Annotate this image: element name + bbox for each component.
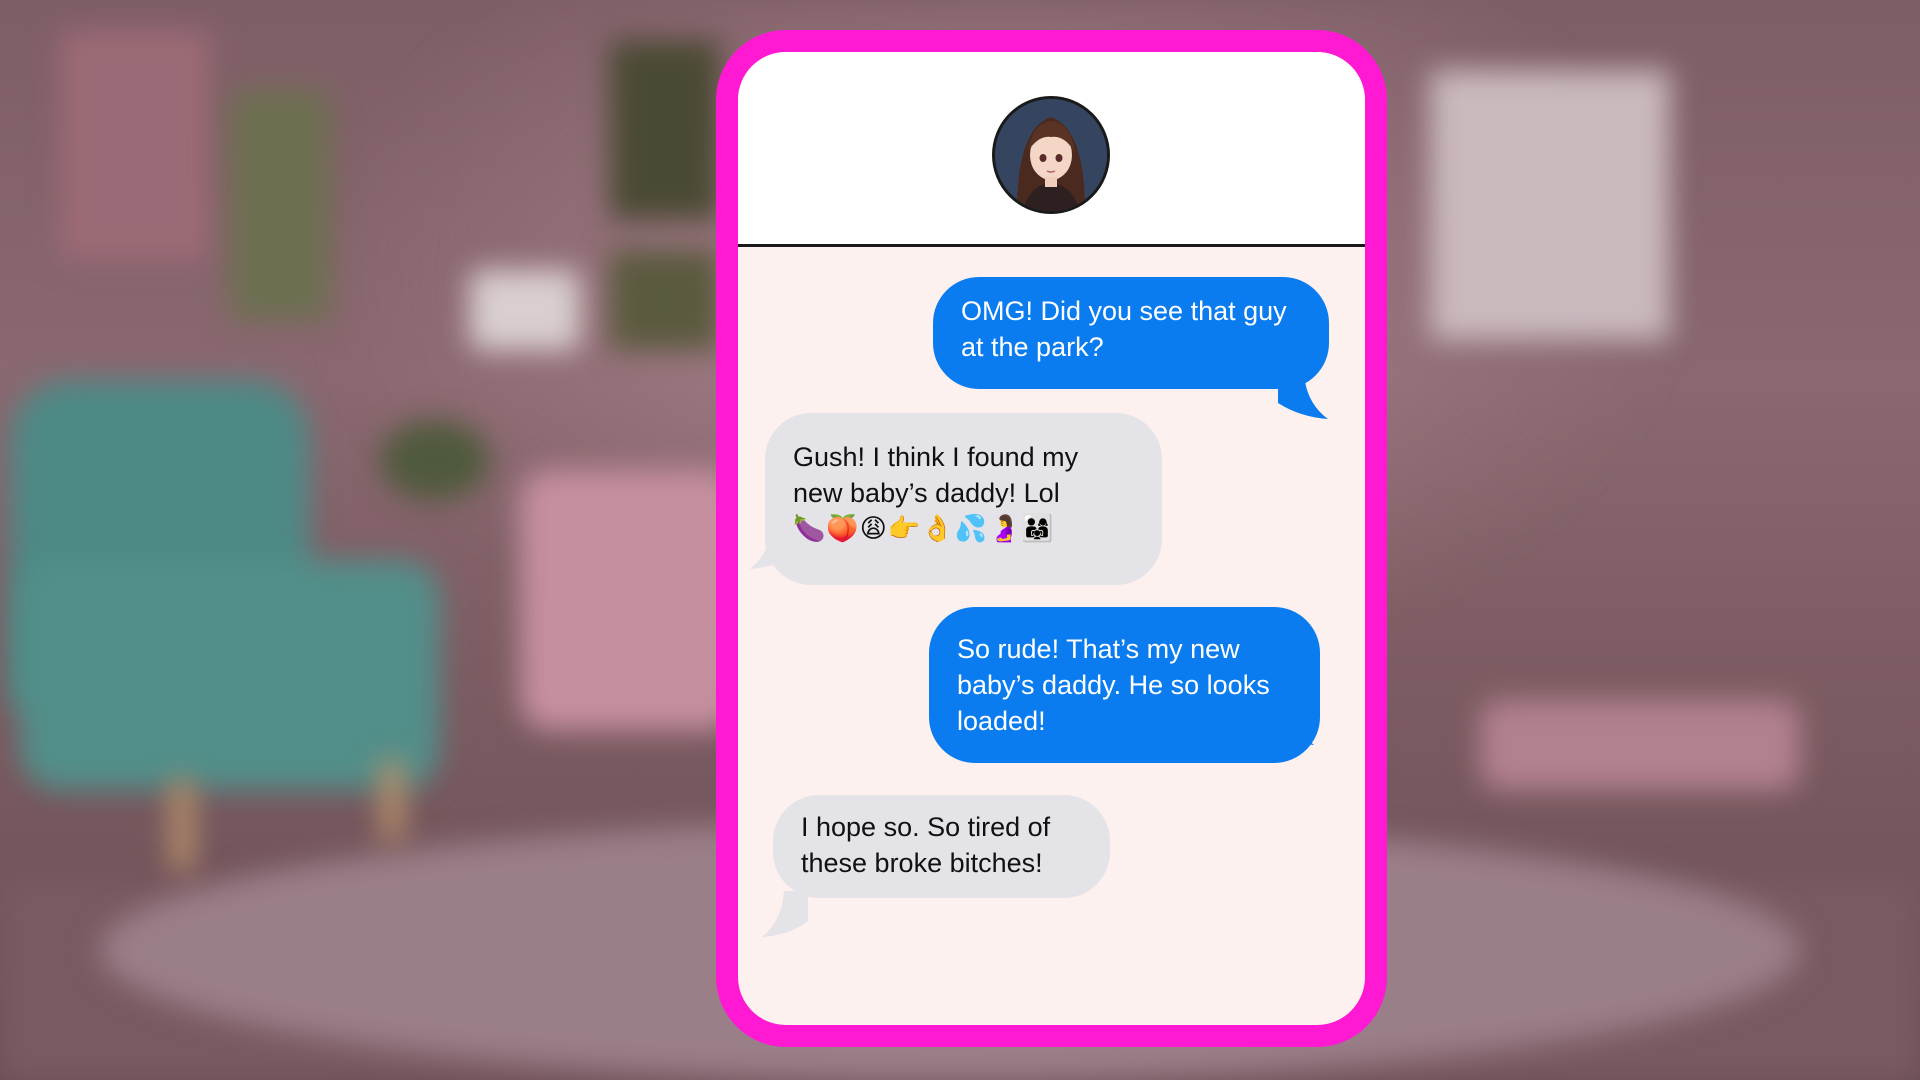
emoji-line: 🍆🍑😩👉👌💦🤰👨‍👩‍👧 — [793, 514, 1055, 544]
message-text: So rude! That’s my new baby’s daddy. He … — [957, 634, 1270, 736]
armchair-leg — [380, 760, 404, 840]
message-text: I hope so. So tired of these broke bitch… — [801, 812, 1051, 878]
armchair-seat — [20, 560, 440, 790]
message-bubble-received[interactable]: I hope so. So tired of these broke bitch… — [773, 795, 1110, 898]
plant — [380, 420, 490, 500]
message-bubble-sent[interactable]: OMG! Did you see that guy at the park? — [933, 277, 1329, 389]
wall-painting — [610, 250, 720, 350]
message-thread: OMG! Did you see that guy at the park? G… — [738, 247, 1365, 1025]
wall-painting — [1430, 70, 1670, 340]
anime-girl-avatar-icon — [995, 99, 1107, 211]
message-bubble-received[interactable]: Gush! I think I found my new baby’s dadd… — [765, 413, 1162, 585]
pink-sofa — [520, 470, 740, 730]
message-bubble-sent[interactable]: So rude! That’s my new baby’s daddy. He … — [929, 607, 1320, 763]
contact-avatar-icon[interactable] — [992, 96, 1110, 214]
wall-painting — [610, 40, 720, 220]
message-text: OMG! Did you see that guy at the park? — [961, 296, 1287, 362]
wall-painting — [230, 90, 330, 320]
pet-bed — [1480, 700, 1800, 790]
phone-chat-window: OMG! Did you see that guy at the park? G… — [716, 30, 1387, 1047]
message-text: Gush! I think I found my new baby’s dadd… — [793, 442, 1079, 508]
chat-header — [738, 52, 1365, 247]
wall-painting — [60, 30, 210, 260]
armchair-leg — [170, 780, 194, 870]
lamp — [470, 270, 580, 350]
received-bubble-tail — [762, 891, 808, 937]
